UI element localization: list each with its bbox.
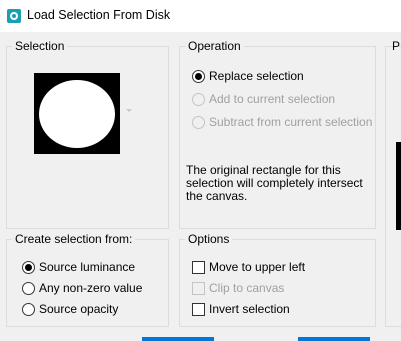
selection-group-label: Selection bbox=[12, 39, 68, 53]
preview-circle bbox=[39, 80, 115, 148]
any-non-zero-radio[interactable]: Any non-zero value bbox=[22, 280, 142, 296]
operation-group-label: Operation bbox=[185, 39, 244, 53]
source-luminance-radio[interactable]: Source luminance bbox=[22, 259, 135, 275]
replace-selection-label: Replace selection bbox=[209, 69, 304, 83]
source-opacity-label: Source opacity bbox=[39, 302, 119, 316]
radio-icon[interactable] bbox=[22, 260, 35, 274]
cancel-button-edge[interactable] bbox=[298, 337, 370, 341]
any-non-zero-label: Any non-zero value bbox=[39, 281, 143, 295]
right-preview-edge bbox=[396, 142, 401, 230]
options-group: Options Move to upper left Clip to canva… bbox=[179, 232, 376, 327]
right-group-label: P bbox=[392, 39, 401, 53]
subtract-from-selection-radio[interactable]: Subtract from current selection bbox=[192, 114, 372, 130]
title-bar: Load Selection From Disk bbox=[0, 0, 401, 32]
selection-preview[interactable] bbox=[34, 73, 120, 154]
preview-dropdown-arrow-icon[interactable] bbox=[126, 109, 132, 112]
window-title: Load Selection From Disk bbox=[27, 8, 171, 22]
ok-button-edge[interactable] bbox=[142, 337, 214, 341]
radio-icon[interactable] bbox=[22, 281, 35, 295]
selection-group: Selection bbox=[6, 39, 169, 229]
clip-to-canvas-label: Clip to canvas bbox=[209, 281, 285, 295]
radio-icon[interactable] bbox=[22, 302, 35, 316]
invert-selection-checkbox[interactable]: Invert selection bbox=[192, 301, 290, 317]
create-from-group-label: Create selection from: bbox=[12, 232, 136, 246]
operation-group: Operation Replace selection Add to curre… bbox=[179, 39, 376, 229]
app-icon bbox=[7, 9, 21, 23]
source-opacity-radio[interactable]: Source opacity bbox=[22, 301, 118, 317]
add-to-selection-label: Add to current selection bbox=[209, 92, 336, 106]
move-upper-left-checkbox[interactable]: Move to upper left bbox=[192, 259, 305, 275]
checkbox-icon[interactable] bbox=[192, 302, 205, 316]
radio-icon[interactable] bbox=[192, 115, 205, 129]
intersect-info-text: The original rectangle for this selectio… bbox=[186, 163, 363, 203]
clip-to-canvas-checkbox[interactable]: Clip to canvas bbox=[192, 280, 284, 296]
invert-selection-label: Invert selection bbox=[209, 302, 290, 316]
subtract-from-selection-label: Subtract from current selection bbox=[209, 115, 373, 129]
add-to-selection-radio[interactable]: Add to current selection bbox=[192, 91, 335, 107]
options-group-label: Options bbox=[185, 232, 233, 246]
radio-icon[interactable] bbox=[192, 69, 205, 83]
checkbox-icon[interactable] bbox=[192, 281, 205, 295]
checkbox-icon[interactable] bbox=[192, 260, 205, 274]
source-luminance-label: Source luminance bbox=[39, 260, 136, 274]
replace-selection-radio[interactable]: Replace selection bbox=[192, 68, 304, 84]
create-from-group: Create selection from: Source luminance … bbox=[6, 232, 169, 327]
move-upper-left-label: Move to upper left bbox=[209, 260, 306, 274]
radio-icon[interactable] bbox=[192, 92, 205, 106]
